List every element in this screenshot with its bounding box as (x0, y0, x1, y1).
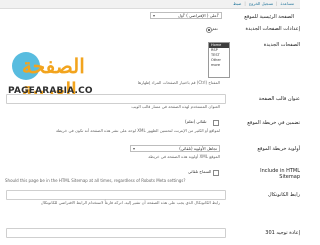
page-title-label: عنوان قالب الصفحة (258, 96, 300, 102)
canonical-label: رابط الكانونكال (267, 192, 300, 198)
sitemap-priority-label: أولوية خريطة الموقع (257, 146, 300, 152)
redirect-input[interactable] (6, 228, 226, 238)
html-sitemap-checkbox-label: السماح تلقائي (188, 169, 212, 174)
chevron-down-icon: ▾ (153, 13, 156, 18)
sitemap-priority-value: تجاهل الأولوية (تلقائي) (179, 146, 217, 151)
page-title-input[interactable] (6, 94, 226, 104)
top-link-settings[interactable]: ضبط (233, 1, 241, 6)
list-option[interactable]: more (209, 63, 229, 68)
sitemap-include-label: تضمين في خريطة الموقع (247, 120, 300, 126)
paging-radio-label: نعم (212, 26, 218, 31)
top-links: ضبط | تسجيل الخروج | مساعدة (233, 1, 294, 6)
sitemap-priority-select[interactable]: ▾ تجاهل الأولوية (تلقائي) (130, 145, 220, 152)
canonical-input[interactable] (6, 190, 226, 200)
pagearabia-logo: الصفحة العربية PAGEARABIA.CO (4, 48, 114, 102)
separator: | (244, 1, 246, 6)
page-title-desc: العنوان المستخدم لهذه الصفحة في مسار قال… (131, 104, 220, 109)
redirect-label: إعادة توجيه 301 (265, 230, 300, 236)
chevron-down-icon: ▾ (133, 146, 136, 151)
sitemap-include-checkbox[interactable] (213, 120, 219, 126)
html-sitemap-desc: Should this page be in the HTML Sitemap … (5, 178, 186, 183)
list-label: الصفحات الجديدة (263, 42, 300, 48)
sitemap-priority-desc: أولوية هذه الصفحة في خريطة XML الموقع (148, 154, 220, 159)
top-link-help[interactable]: مساعدة (280, 1, 294, 6)
pages-listbox[interactable]: Home RSP TEST Other more (208, 42, 230, 78)
top-link-logout[interactable]: تسجيل الخروج (249, 1, 273, 6)
top-bar: ضبط | تسجيل الخروج | مساعدة (0, 0, 300, 9)
home-page-select[interactable]: ▾ أعلى ( الإفتراضي ) 'أول' (150, 12, 222, 19)
html-sitemap-label: Include in HTML Sitemap (260, 168, 300, 180)
home-page-select-value: أعلى ( الإفتراضي ) 'أول' (177, 13, 219, 18)
paging-label: إعدادات الصفحات الجديدة (245, 26, 300, 32)
sitemap-include-checkbox-label: تلقائي (تعلم) (185, 119, 207, 124)
sitemap-include-desc: لوحة على نشر هذه الصفحة أنه تكون في خريط… (55, 128, 220, 133)
canonical-desc: رابط الكانونكال الذي يجب على هذه الصفحة … (40, 200, 220, 205)
home-page-label: الصفحة الرئيسية للموقع (244, 14, 294, 20)
html-sitemap-checkbox[interactable] (213, 170, 219, 176)
separator: | (276, 1, 278, 6)
